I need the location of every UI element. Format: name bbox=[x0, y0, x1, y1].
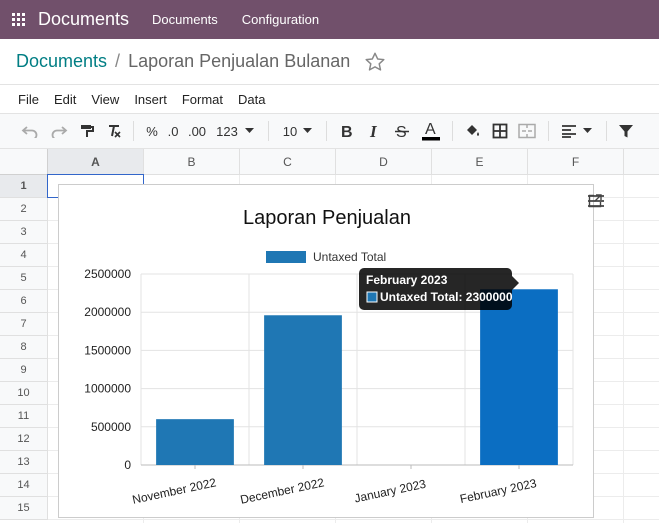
column-header-d[interactable]: D bbox=[336, 149, 432, 175]
grid-corner[interactable] bbox=[0, 149, 48, 175]
nav-documents[interactable]: Documents bbox=[152, 12, 218, 27]
svg-text:I: I bbox=[369, 123, 378, 139]
tooltip-pointer bbox=[512, 276, 519, 290]
text-color-icon[interactable]: A bbox=[420, 114, 442, 148]
redo-icon[interactable] bbox=[47, 114, 71, 148]
format-percent-button[interactable]: % bbox=[141, 114, 163, 148]
font-size-select[interactable]: 10 bbox=[280, 114, 300, 148]
column-header-f[interactable]: F bbox=[528, 149, 624, 175]
row-header-15[interactable]: 15 bbox=[0, 497, 48, 520]
menu-edit[interactable]: Edit bbox=[54, 92, 76, 107]
y-tick-label: 2500000 bbox=[84, 267, 131, 281]
apps-grid-icon[interactable] bbox=[12, 12, 26, 27]
bar-november-2022 bbox=[156, 419, 234, 465]
y-tick-label: 0 bbox=[124, 458, 131, 472]
svg-text:A: A bbox=[425, 121, 436, 138]
y-tick-label: 2000000 bbox=[84, 305, 131, 319]
x-tick-label: January 2023 bbox=[353, 477, 427, 506]
menu-file[interactable]: File bbox=[18, 92, 39, 107]
row-header-7[interactable]: 7 bbox=[0, 313, 48, 336]
align-icon[interactable] bbox=[558, 114, 580, 148]
borders-icon[interactable] bbox=[489, 114, 511, 148]
decrease-decimal-button[interactable]: .0 bbox=[163, 114, 183, 148]
row-header-5[interactable]: 5 bbox=[0, 267, 48, 290]
spreadsheet-menubar: File Edit View Insert Format Data bbox=[0, 85, 659, 113]
more-formats-caret-icon[interactable] bbox=[242, 114, 256, 148]
tooltip-title: February 2023 bbox=[366, 273, 448, 287]
more-formats-button[interactable]: 123 bbox=[214, 114, 240, 148]
nav-configuration[interactable]: Configuration bbox=[242, 12, 319, 27]
column-header-partial[interactable] bbox=[624, 149, 659, 175]
clear-format-icon[interactable] bbox=[103, 114, 125, 148]
paint-format-icon[interactable] bbox=[76, 114, 98, 148]
row-header-13[interactable]: 13 bbox=[0, 451, 48, 474]
column-header-b[interactable]: B bbox=[144, 149, 240, 175]
align-caret-icon[interactable] bbox=[580, 114, 594, 148]
tooltip-text: Untaxed Total: 2300000 bbox=[380, 290, 513, 304]
legend-label: Untaxed Total bbox=[313, 250, 386, 264]
row-header-10[interactable]: 10 bbox=[0, 382, 48, 405]
top-navbar: Documents Documents Configuration bbox=[0, 0, 659, 39]
undo-icon[interactable] bbox=[18, 114, 42, 148]
column-header-e[interactable]: E bbox=[432, 149, 528, 175]
italic-icon[interactable]: I bbox=[364, 114, 386, 148]
column-header-c[interactable]: C bbox=[240, 149, 336, 175]
legend-swatch bbox=[266, 251, 306, 263]
chart-title: Laporan Penjualan bbox=[243, 207, 411, 229]
svg-text:B: B bbox=[341, 124, 353, 139]
x-tick-label: December 2022 bbox=[239, 475, 326, 507]
bar-chart: Laporan Penjualan Untaxed Total 0 500000 100… bbox=[84, 207, 574, 507]
column-header-a[interactable]: A bbox=[48, 149, 144, 175]
row-header-12[interactable]: 12 bbox=[0, 428, 48, 451]
menu-format[interactable]: Format bbox=[182, 92, 223, 107]
tooltip-swatch bbox=[366, 291, 378, 303]
menu-insert[interactable]: Insert bbox=[134, 92, 167, 107]
bar-february-2023 bbox=[480, 289, 558, 465]
row-header-8[interactable]: 8 bbox=[0, 336, 48, 359]
row-header-9[interactable]: 9 bbox=[0, 359, 48, 382]
formatting-toolbar: % .0 .00 123 10 B I S A bbox=[0, 113, 659, 149]
chart-panel[interactable]: Laporan Penjualan Untaxed Total 0 500000 100… bbox=[58, 184, 604, 518]
merge-cells-icon[interactable] bbox=[516, 114, 538, 148]
x-tick-label: November 2022 bbox=[131, 475, 218, 507]
y-tick-label: 1000000 bbox=[84, 382, 131, 396]
bold-icon[interactable]: B bbox=[336, 114, 358, 148]
breadcrumb-separator: / bbox=[115, 51, 121, 71]
fill-color-icon[interactable] bbox=[462, 114, 484, 148]
row-header-4[interactable]: 4 bbox=[0, 244, 48, 267]
breadcrumb: Documents / Laporan Penjualan Bulanan bbox=[0, 39, 659, 85]
row-header-1[interactable]: 1 bbox=[0, 175, 48, 198]
strikethrough-icon[interactable]: S bbox=[391, 114, 413, 148]
row-header-2[interactable]: 2 bbox=[0, 198, 48, 221]
row-header-3[interactable]: 3 bbox=[0, 221, 48, 244]
y-tick-label: 1500000 bbox=[84, 343, 131, 357]
page-title: Laporan Penjualan Bulanan bbox=[128, 51, 351, 71]
row-header-6[interactable]: 6 bbox=[0, 290, 48, 313]
y-tick-label: 500000 bbox=[91, 420, 131, 434]
breadcrumb-documents-link[interactable]: Documents bbox=[16, 51, 107, 72]
app-title[interactable]: Documents bbox=[38, 9, 129, 30]
star-icon[interactable] bbox=[364, 51, 386, 73]
bar-december-2022 bbox=[264, 315, 342, 465]
font-size-caret-icon[interactable] bbox=[300, 114, 314, 148]
increase-decimal-button[interactable]: .00 bbox=[184, 114, 210, 148]
menu-data[interactable]: Data bbox=[238, 92, 265, 107]
filter-icon[interactable] bbox=[615, 114, 637, 148]
x-tick-label: February 2023 bbox=[459, 476, 539, 506]
row-header-14[interactable]: 14 bbox=[0, 474, 48, 497]
row-header-11[interactable]: 11 bbox=[0, 405, 48, 428]
menu-view[interactable]: View bbox=[91, 92, 119, 107]
